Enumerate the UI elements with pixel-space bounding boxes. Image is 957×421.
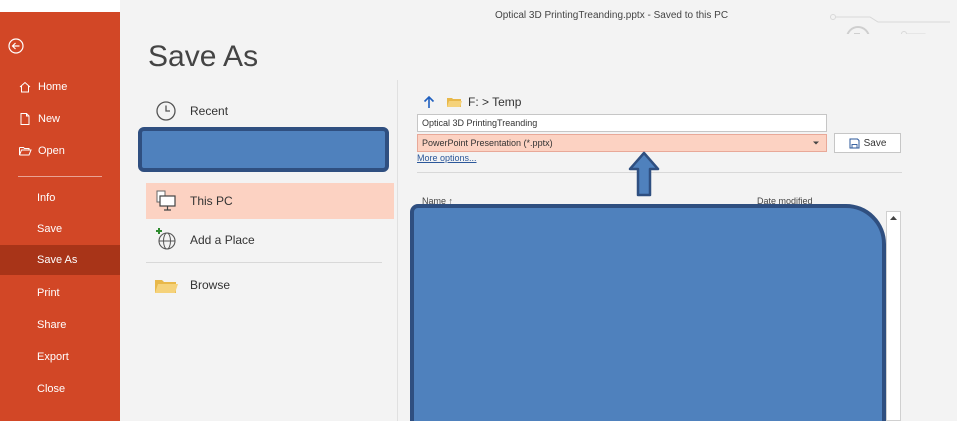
up-arrow-icon[interactable] bbox=[422, 95, 436, 109]
sidebar-item-open[interactable]: Open bbox=[0, 136, 120, 166]
sidebar-item-save[interactable]: Save bbox=[0, 214, 120, 244]
annotation-up-arrow-icon bbox=[628, 151, 660, 197]
sidebar-divider bbox=[18, 176, 102, 177]
sidebar-item-info[interactable]: Info bbox=[0, 183, 120, 213]
save-disk-icon bbox=[849, 138, 860, 148]
sidebar-item-label: Open bbox=[38, 145, 65, 157]
sidebar-item-label: New bbox=[38, 113, 61, 125]
column-separator bbox=[397, 80, 398, 421]
filename-input[interactable]: Optical 3D PrintingTreanding bbox=[417, 114, 827, 132]
sidebar-item-save-as[interactable]: Save As bbox=[0, 245, 120, 275]
location-recent[interactable]: Recent bbox=[146, 93, 394, 129]
sidebar-item-close[interactable]: Close bbox=[0, 374, 120, 404]
more-options-link[interactable]: More options... bbox=[417, 153, 477, 163]
redaction-box bbox=[138, 127, 389, 172]
sidebar-top-strip bbox=[0, 0, 120, 12]
sidebar-item-export[interactable]: Export bbox=[0, 342, 120, 372]
save-button-label: Save bbox=[863, 137, 887, 149]
back-button[interactable] bbox=[6, 36, 34, 64]
scroll-up-arrow-icon[interactable] bbox=[889, 214, 898, 222]
breadcrumb: F: > Temp bbox=[422, 95, 521, 109]
breadcrumb-path[interactable]: F: > Temp bbox=[468, 95, 521, 109]
sidebar-item-home[interactable]: Home bbox=[0, 72, 120, 102]
folder-icon bbox=[155, 280, 178, 293]
redaction-box bbox=[410, 204, 886, 421]
sidebar-item-label: Print bbox=[37, 287, 60, 299]
filetype-value: PowerPoint Presentation (*.pptx) bbox=[422, 138, 553, 148]
sidebar-item-label: Share bbox=[37, 319, 67, 331]
home-icon bbox=[19, 81, 31, 93]
sidebar-item-label: Save bbox=[37, 223, 63, 235]
globe-add-icon bbox=[156, 228, 176, 250]
clock-icon bbox=[156, 101, 176, 121]
location-browse[interactable]: Browse bbox=[146, 267, 394, 303]
location-this-pc[interactable]: This PC bbox=[146, 183, 394, 219]
backstage-sidebar: Home New Open Info Save Save As Print Sh… bbox=[0, 0, 120, 421]
chevron-down-icon bbox=[813, 141, 819, 145]
sidebar-item-new[interactable]: New bbox=[0, 104, 120, 134]
document-title: Optical 3D PrintingTreanding.pptx - Save… bbox=[495, 10, 729, 21]
location-label: Browse bbox=[190, 278, 231, 292]
new-document-icon bbox=[20, 113, 30, 125]
filetype-select[interactable]: PowerPoint Presentation (*.pptx) bbox=[417, 134, 827, 152]
locations-divider bbox=[146, 262, 382, 263]
sidebar-item-label: Save As bbox=[37, 254, 78, 266]
location-add-a-place[interactable]: Add a Place bbox=[146, 222, 394, 258]
sidebar-item-label: Home bbox=[38, 81, 68, 93]
sidebar-item-print[interactable]: Print bbox=[0, 278, 120, 308]
location-label: Recent bbox=[190, 104, 229, 118]
computer-icon bbox=[156, 190, 176, 211]
file-list-scrollbar[interactable] bbox=[886, 211, 901, 421]
sidebar-item-label: Info bbox=[37, 192, 56, 204]
sidebar-item-label: Export bbox=[37, 351, 69, 363]
sidebar-item-label: Close bbox=[37, 383, 66, 395]
folder-icon bbox=[447, 98, 462, 107]
location-label: Add a Place bbox=[190, 233, 255, 247]
open-folder-icon bbox=[19, 147, 32, 156]
save-button[interactable]: Save bbox=[834, 133, 901, 153]
location-label: This PC bbox=[190, 194, 233, 208]
back-arrow-circle-icon bbox=[8, 38, 24, 54]
sidebar-item-share[interactable]: Share bbox=[0, 310, 120, 340]
page-title: Save As bbox=[148, 40, 259, 73]
